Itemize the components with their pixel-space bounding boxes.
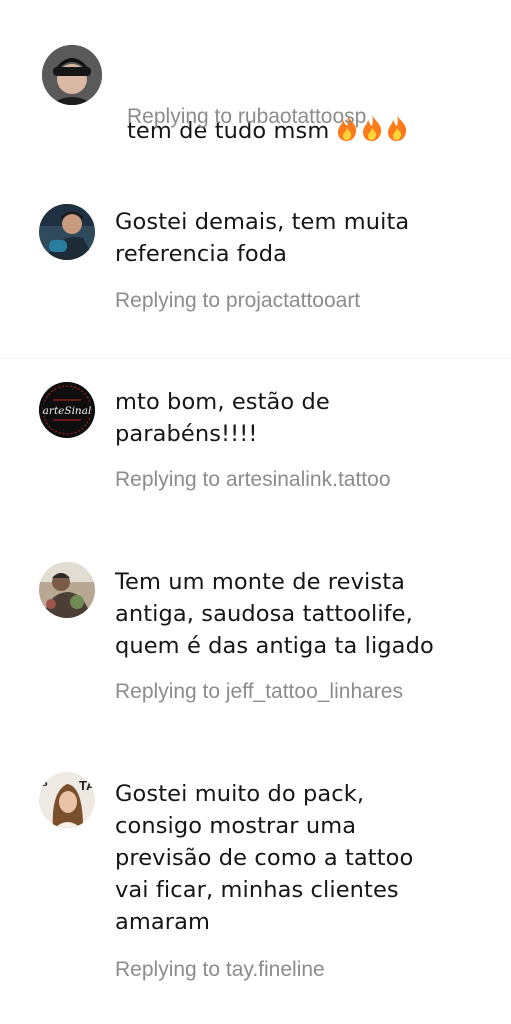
replying-to-link[interactable]: Replying to artesinalink.tattoo	[115, 466, 391, 494]
avatar[interactable]: S TA	[39, 772, 95, 828]
avatar[interactable]	[42, 45, 102, 105]
comment-item: Gostei demais, tem muita referencia foda…	[0, 170, 511, 350]
comment-text: Gostei muito do pack, consigo mostrar um…	[115, 781, 414, 935]
profile-photo-tattoo-artist-icon	[39, 562, 95, 618]
comment-text: mto bom, estão de parabéns!!!!	[115, 389, 330, 447]
replying-to-link[interactable]: Replying to jeff_tattoo_linhares	[115, 678, 403, 706]
comment-item: Tem um monte de revista antiga, saudosa …	[0, 540, 511, 740]
profile-photo-woman-icon: S TA	[39, 772, 95, 828]
comment-text: Tem um monte de revista antiga, saudosa …	[115, 569, 434, 659]
divider	[0, 358, 511, 359]
comment-item: tem de tudo msm Replying to rubaotattoos…	[0, 0, 511, 150]
profile-photo-tattoo-artist-icon	[39, 204, 95, 260]
svg-text:S: S	[41, 778, 48, 789]
comment-text: tem de tudo msm	[127, 50, 410, 151]
comment-text: Gostei demais, tem muita referencia foda	[115, 209, 410, 267]
artesinal-logo-icon: arteSinal	[39, 382, 95, 438]
replying-to-link[interactable]: Replying to projactattooart	[115, 287, 360, 315]
replying-to-link[interactable]: Replying to rubaotattoosp	[127, 103, 366, 131]
avatar-logo-text: arteSinal	[43, 405, 92, 417]
fire-icon	[388, 115, 407, 141]
svg-text:TA: TA	[79, 778, 95, 793]
avatar[interactable]	[39, 204, 95, 260]
avatar[interactable]	[39, 562, 95, 618]
comment-item: arteSinal mto bom, estão de parabéns!!!!…	[0, 360, 511, 530]
comment-item: S TA Gostei muito do pack, consigo mostr…	[0, 750, 511, 1010]
replying-to-link[interactable]: Replying to tay.fineline	[115, 956, 325, 984]
avatar[interactable]: arteSinal	[39, 382, 95, 438]
profile-photo-man-cap-icon	[42, 45, 102, 105]
